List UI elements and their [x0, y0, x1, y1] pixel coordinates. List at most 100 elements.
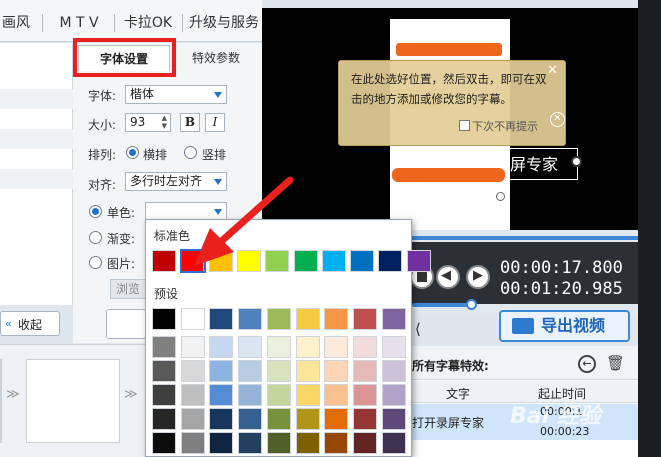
- preset-color-swatch[interactable]: [266, 384, 291, 406]
- preset-color-swatch[interactable]: [295, 384, 320, 406]
- share-icon[interactable]: ⟨: [415, 320, 435, 340]
- preset-color-swatch[interactable]: [352, 384, 377, 406]
- preset-color-swatch[interactable]: [180, 408, 205, 430]
- preset-color-swatch[interactable]: [295, 408, 320, 430]
- resize-handle[interactable]: [496, 192, 505, 201]
- tab-upgrade[interactable]: 升级与服务: [186, 0, 262, 42]
- gradient-radio[interactable]: [89, 231, 102, 244]
- preset-color-swatch[interactable]: [324, 432, 349, 454]
- preset-color-swatch[interactable]: [266, 336, 291, 358]
- preset-color-swatch[interactable]: [238, 360, 263, 382]
- trash-icon[interactable]: 🗑: [606, 354, 625, 373]
- tab-karaoke[interactable]: 卡拉OK: [118, 0, 178, 42]
- preset-color-swatch[interactable]: [352, 336, 377, 358]
- preset-color-swatch[interactable]: [152, 408, 176, 430]
- list-item[interactable]: [0, 169, 73, 189]
- subtitle-list[interactable]: [0, 43, 73, 305]
- standard-color-swatch[interactable]: [378, 250, 403, 272]
- font-label: 字体:: [88, 89, 117, 103]
- bold-button[interactable]: B: [180, 113, 200, 132]
- thumbnail[interactable]: [26, 359, 120, 443]
- tab-mtv[interactable]: M T V: [48, 0, 110, 42]
- preset-color-swatch[interactable]: [266, 408, 291, 430]
- preset-color-swatch[interactable]: [295, 336, 320, 358]
- tab-effect-params[interactable]: 特效参数: [170, 45, 262, 71]
- preset-color-swatch[interactable]: [152, 384, 176, 406]
- preset-color-swatch[interactable]: [352, 360, 377, 382]
- progress-track[interactable]: [410, 236, 638, 240]
- standard-color-swatch[interactable]: [152, 250, 176, 272]
- standard-color-swatch[interactable]: [321, 250, 346, 272]
- preset-color-swatch[interactable]: [209, 384, 234, 406]
- image-radio[interactable]: [89, 256, 102, 269]
- annotation-arrow: [194, 176, 294, 266]
- preset-color-swatch[interactable]: [324, 360, 349, 382]
- preset-color-swatch[interactable]: [180, 336, 205, 358]
- preset-color-swatch[interactable]: [238, 408, 263, 430]
- preset-color-swatch[interactable]: [209, 432, 234, 454]
- collapse-button[interactable]: « 收起: [0, 311, 60, 336]
- preset-color-swatch[interactable]: [209, 408, 234, 430]
- standard-color-swatch[interactable]: [350, 250, 375, 272]
- dont-show-checkbox[interactable]: [459, 120, 470, 131]
- tab-style[interactable]: 画风格: [0, 0, 36, 77]
- list-item[interactable]: [0, 89, 73, 109]
- preset-color-swatch[interactable]: [238, 384, 263, 406]
- horizontal-radio[interactable]: [126, 146, 139, 159]
- preset-color-swatch[interactable]: [180, 432, 205, 454]
- preset-color-swatch[interactable]: [381, 336, 406, 358]
- preset-color-swatch[interactable]: [209, 308, 234, 330]
- preset-color-swatch[interactable]: [209, 336, 234, 358]
- close-circle-icon[interactable]: ✕: [550, 112, 565, 127]
- preset-color-swatch[interactable]: [381, 384, 406, 406]
- preset-color-swatch[interactable]: [180, 308, 205, 330]
- italic-button[interactable]: I: [205, 113, 225, 132]
- preset-color-swatch[interactable]: [295, 432, 320, 454]
- vertical-radio[interactable]: [184, 146, 197, 159]
- preset-color-swatch[interactable]: [152, 308, 176, 330]
- single-color-radio[interactable]: [89, 205, 102, 218]
- volume-slider-knob[interactable]: [466, 299, 477, 310]
- preset-color-swatch[interactable]: [238, 432, 263, 454]
- preset-color-swatch[interactable]: [266, 432, 291, 454]
- standard-color-swatch[interactable]: [406, 250, 431, 272]
- prev-frame-button[interactable]: ◀: [436, 265, 460, 289]
- preset-color-swatch[interactable]: [180, 360, 205, 382]
- font-select[interactable]: 楷体: [125, 85, 227, 104]
- preset-color-swatch[interactable]: [352, 432, 377, 454]
- back-arrow-icon[interactable]: ←: [578, 355, 596, 373]
- preset-color-swatch[interactable]: [381, 308, 406, 330]
- resize-handle[interactable]: [571, 156, 582, 167]
- preset-color-swatch[interactable]: [295, 360, 320, 382]
- align-label: 对齐:: [88, 178, 117, 192]
- preset-color-swatch[interactable]: [324, 308, 349, 330]
- preset-color-swatch[interactable]: [180, 384, 205, 406]
- preset-color-swatch[interactable]: [152, 336, 176, 358]
- dont-show-label: 下次不再提示: [472, 120, 538, 133]
- close-icon[interactable]: ✕: [547, 64, 559, 77]
- preset-color-swatch[interactable]: [324, 408, 349, 430]
- list-item[interactable]: [0, 129, 73, 149]
- preset-color-swatch[interactable]: [352, 308, 377, 330]
- preset-color-swatch[interactable]: [324, 384, 349, 406]
- thumbnail[interactable]: [0, 359, 2, 443]
- preset-color-swatch[interactable]: [266, 360, 291, 382]
- size-stepper[interactable]: 93 ▲ ▼: [125, 113, 171, 132]
- tooltip-text: 在此处选好位置，然后双击，即可在双击的地方添加或修改您的字幕。: [351, 72, 547, 106]
- preset-color-swatch[interactable]: [238, 336, 263, 358]
- next-frame-button[interactable]: ▶: [466, 265, 490, 289]
- volume-slider-track[interactable]: [412, 303, 474, 307]
- panel-button[interactable]: [106, 309, 146, 339]
- preset-color-swatch[interactable]: [381, 432, 406, 454]
- preset-color-swatch[interactable]: [324, 336, 349, 358]
- preset-color-swatch[interactable]: [238, 308, 263, 330]
- preset-color-swatch[interactable]: [295, 308, 320, 330]
- preset-color-swatch[interactable]: [266, 308, 291, 330]
- preset-color-swatch[interactable]: [381, 408, 406, 430]
- preset-color-swatch[interactable]: [209, 360, 234, 382]
- preset-color-swatch[interactable]: [152, 360, 176, 382]
- preset-color-swatch[interactable]: [352, 408, 377, 430]
- preset-color-swatch[interactable]: [152, 432, 176, 454]
- preset-color-swatch[interactable]: [381, 360, 406, 382]
- browse-button[interactable]: 浏览: [110, 279, 146, 299]
